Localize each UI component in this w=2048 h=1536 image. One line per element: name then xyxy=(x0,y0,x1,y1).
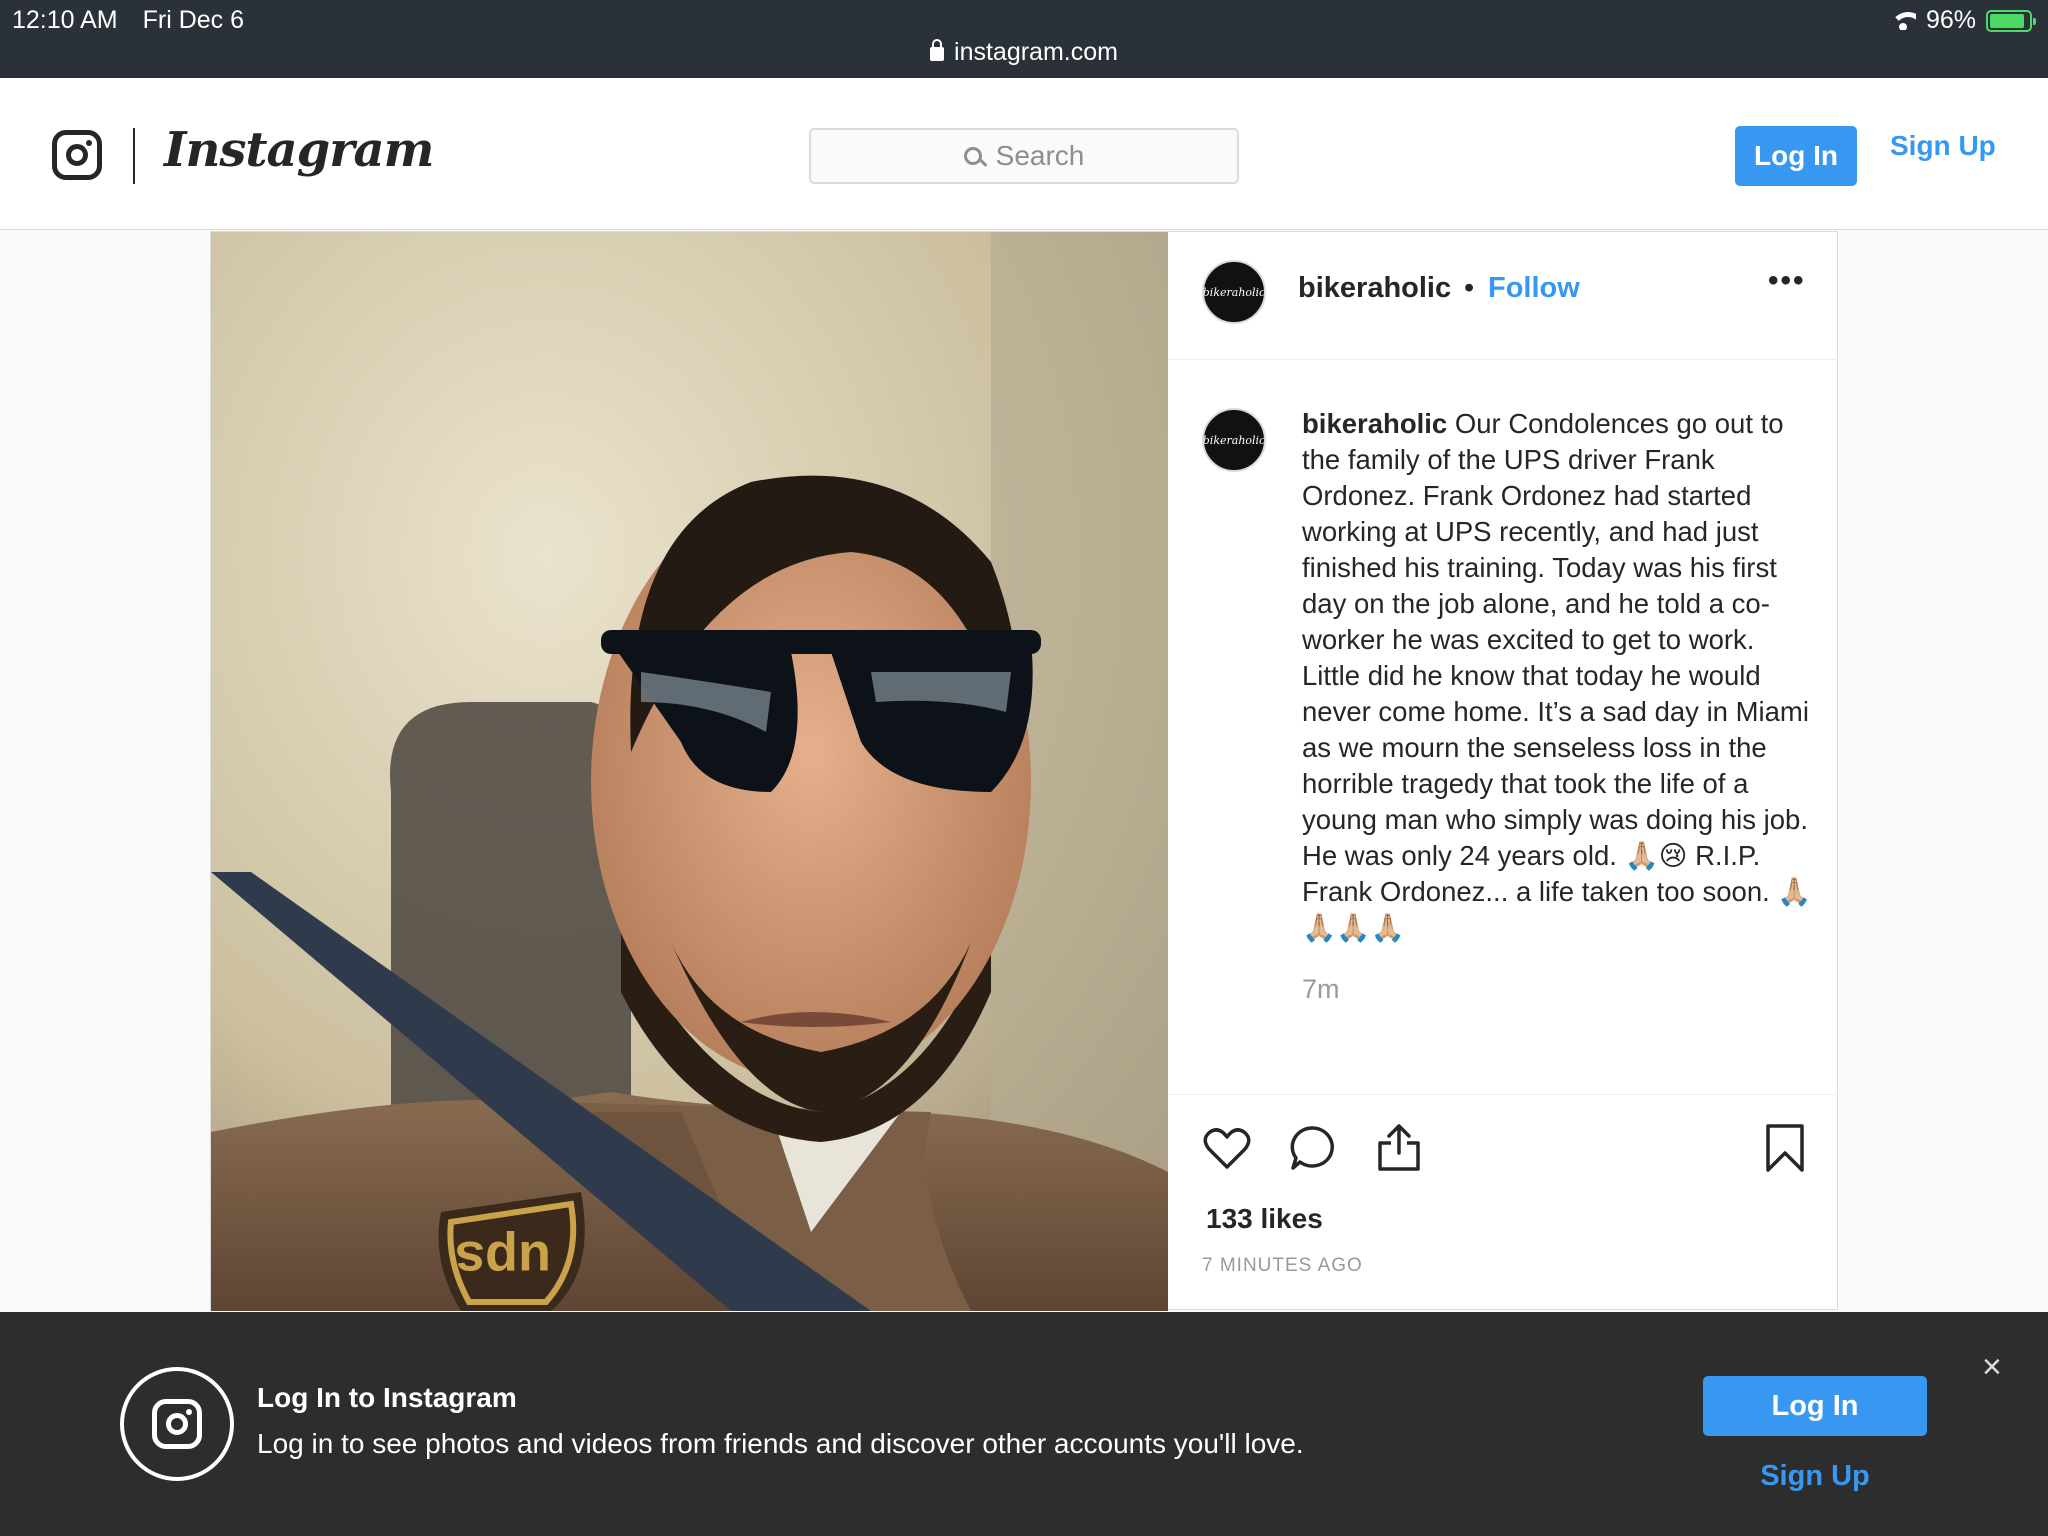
login-button[interactable]: Log In xyxy=(1735,126,1857,186)
follow-button[interactable]: Follow xyxy=(1488,272,1580,305)
author-avatar[interactable]: bikeraholic xyxy=(1202,260,1266,324)
bookmark-icon[interactable] xyxy=(1760,1123,1810,1173)
search-icon xyxy=(963,147,982,165)
signup-link[interactable]: Sign Up xyxy=(1890,130,1996,162)
status-indicators: 96% xyxy=(1889,6,2036,35)
caption-avatar[interactable]: bikeraholic xyxy=(1202,408,1266,472)
caption-time-ago: 7m xyxy=(1302,974,1340,1004)
caption-text: Our Condolences go out to the family of … xyxy=(1302,408,1812,943)
banner-login-button[interactable]: Log In xyxy=(1703,1376,1927,1436)
status-date: Fri Dec 6 xyxy=(142,6,244,34)
address-bar[interactable]: instagram.com xyxy=(0,38,2048,67)
battery-fill xyxy=(1990,13,2025,28)
battery-icon xyxy=(1986,9,2036,32)
header-divider xyxy=(133,128,135,184)
status-time-date: 12:10 AM Fri Dec 6 xyxy=(12,6,262,35)
battery-percent: 96% xyxy=(1925,6,1976,34)
instagram-wordmark[interactable]: Instagram xyxy=(164,122,434,178)
post-header: bikeraholic bikeraholic • Follow ••• xyxy=(1168,232,1838,360)
banner-subtitle: Log in to see photos and videos from fri… xyxy=(257,1428,1304,1459)
banner-title: Log In to Instagram xyxy=(257,1382,517,1413)
author-username[interactable]: bikeraholic xyxy=(1298,272,1451,305)
post-photo[interactable]: ups xyxy=(211,232,1168,1311)
ups-logo-text: ups xyxy=(455,1230,551,1290)
separator-dot: • xyxy=(1464,272,1475,304)
top-nav: Instagram Search Log In Sign Up xyxy=(0,78,2048,230)
lock-icon xyxy=(930,39,945,61)
post-caption: bikeraholic Our Condolences go out to th… xyxy=(1302,406,1814,946)
heart-icon[interactable] xyxy=(1202,1123,1252,1173)
instagram-glyph-icon[interactable] xyxy=(52,130,102,180)
caption-username[interactable]: bikeraholic xyxy=(1302,408,1447,439)
share-icon[interactable] xyxy=(1374,1123,1424,1173)
post-actions: 133 likes 7 MINUTES AGO xyxy=(1168,1094,1838,1314)
search-input[interactable]: Search xyxy=(809,128,1239,184)
caption-avatar-text: bikeraholic xyxy=(1202,433,1266,447)
close-icon[interactable]: × xyxy=(1982,1348,2002,1387)
comment-icon[interactable] xyxy=(1288,1123,1338,1173)
instagram-logo-icon xyxy=(120,1367,234,1481)
likes-count[interactable]: 133 likes xyxy=(1206,1203,1323,1235)
post-card: ups bikeraholic bikeraholic • Follow •••… xyxy=(210,231,1838,1311)
status-time: 12:10 AM xyxy=(12,6,118,34)
post-timestamp: 7 MINUTES AGO xyxy=(1202,1255,1363,1276)
login-banner: Log In to Instagram Log in to see photos… xyxy=(0,1312,2048,1536)
search-placeholder: Search xyxy=(995,140,1085,171)
more-options-icon[interactable]: ••• xyxy=(1768,264,1806,298)
wifi-icon xyxy=(1889,11,1916,30)
url-text: instagram.com xyxy=(954,38,1118,66)
post-side-panel: bikeraholic bikeraholic • Follow ••• bik… xyxy=(1168,232,1838,1311)
status-bar: 12:10 AM Fri Dec 6 instagram.com 96% xyxy=(0,0,2048,78)
avatar-text: bikeraholic xyxy=(1202,285,1266,299)
banner-signup-link[interactable]: Sign Up xyxy=(1703,1460,1927,1493)
